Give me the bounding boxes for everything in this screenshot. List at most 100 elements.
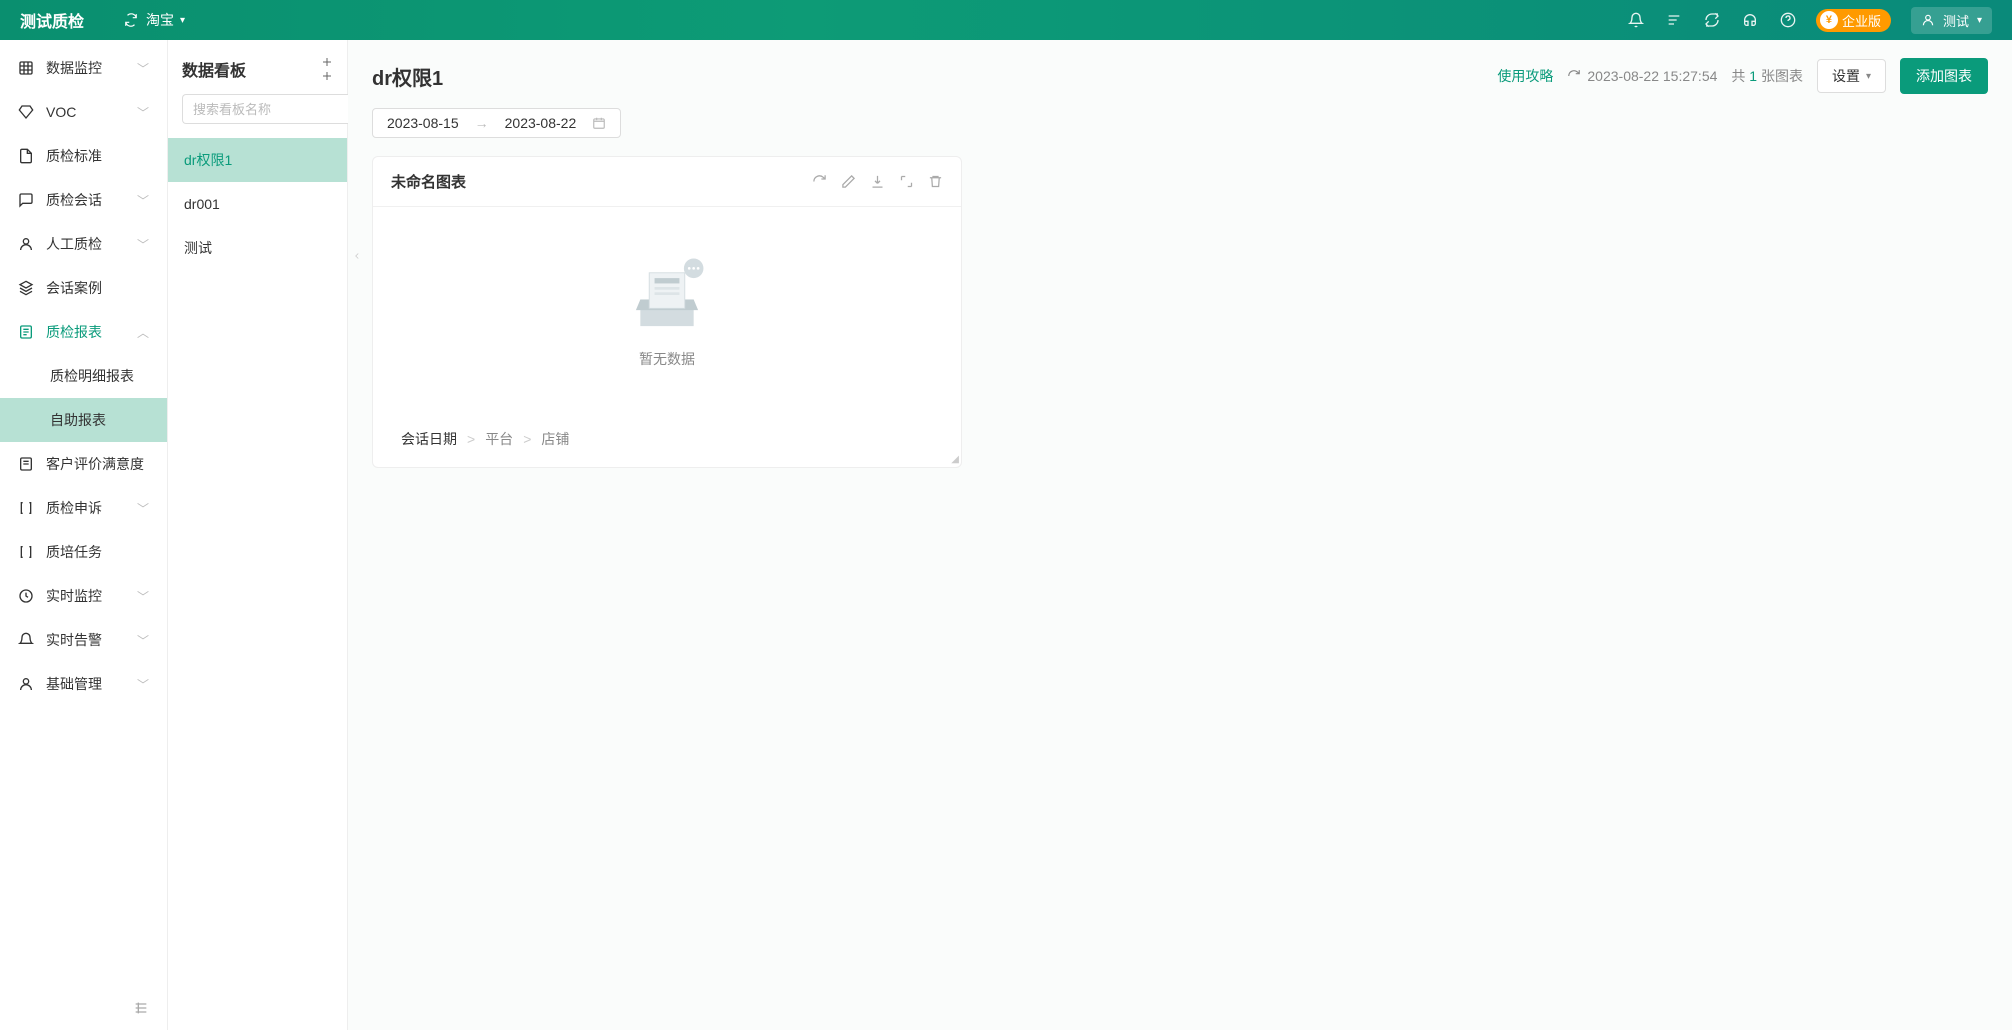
- chart-download-button[interactable]: [870, 174, 885, 189]
- nav-qc-standard[interactable]: 质检标准: [0, 134, 167, 178]
- board-item[interactable]: 测试: [168, 226, 347, 270]
- chevron-down-icon: ﹀: [137, 60, 149, 77]
- board-panel-title: 数据看板: [182, 57, 321, 81]
- main-content: dr权限1 使用攻略 2023-08-22 15:27:54 共 1 张图表 设…: [348, 40, 2012, 1030]
- chart-dimensions: 会话日期 > 平台 > 店铺: [373, 417, 961, 467]
- nav-label: 人工质检: [46, 234, 102, 254]
- chevron-down-icon: ﹀: [137, 676, 149, 693]
- dimension-item[interactable]: 会话日期: [401, 429, 457, 449]
- empty-state-text: 暂无数据: [639, 349, 695, 369]
- chart-edit-button[interactable]: [841, 174, 856, 189]
- nav-data-monitor[interactable]: 数据监控 ﹀: [0, 46, 167, 90]
- panel-collapse-handle[interactable]: [348, 240, 366, 272]
- chevron-down-icon: ﹀: [137, 192, 149, 209]
- nav-manual-qc[interactable]: 人工质检﹀: [0, 222, 167, 266]
- settings-label: 设置: [1832, 66, 1860, 86]
- badge-label: 企业版: [1842, 11, 1881, 30]
- chevron-down-icon: ﹀: [137, 588, 149, 605]
- enterprise-badge[interactable]: ¥ 企业版: [1816, 9, 1891, 32]
- bell-icon[interactable]: [1628, 12, 1644, 28]
- nav-case[interactable]: 会话案例: [0, 266, 167, 310]
- sync-icon[interactable]: [1704, 12, 1720, 28]
- chevron-right-icon: >: [523, 431, 531, 447]
- add-chart-button[interactable]: 添加图表: [1900, 58, 1988, 94]
- bell-icon: [18, 632, 34, 648]
- board-item-label: dr001: [184, 196, 220, 212]
- nav-collapse-button[interactable]: [133, 1000, 149, 1016]
- grid-icon: [18, 60, 34, 76]
- date-end: 2023-08-22: [505, 115, 577, 131]
- nav-label: 实时告警: [46, 630, 102, 650]
- bracket-icon: [18, 500, 34, 516]
- nav-voc[interactable]: VOC﹀: [0, 90, 167, 134]
- list-icon[interactable]: [1666, 12, 1682, 28]
- chart-title: 未命名图表: [391, 171, 466, 192]
- chart-refresh-button[interactable]: [812, 174, 827, 189]
- usage-guide-link[interactable]: 使用攻略: [1497, 66, 1553, 86]
- chevron-up-icon: ︿: [137, 324, 149, 341]
- dimension-item[interactable]: 平台: [485, 429, 513, 449]
- board-item-label: 测试: [184, 238, 212, 258]
- nav-label: VOC: [46, 104, 76, 120]
- nav-realtime-alert[interactable]: 实时告警﹀: [0, 618, 167, 662]
- user-icon: [1921, 13, 1935, 27]
- nav-csat[interactable]: 客户评价满意度: [0, 442, 167, 486]
- settings-button[interactable]: 设置 ▾: [1817, 59, 1886, 93]
- date-start: 2023-08-15: [387, 115, 459, 131]
- bracket-icon: [18, 544, 34, 560]
- settings-icon: [18, 676, 34, 692]
- plus-icon: [321, 70, 333, 82]
- chevron-left-icon: [352, 248, 362, 264]
- nav-label: 会话案例: [46, 278, 102, 298]
- nav-base-mgmt[interactable]: 基础管理﹀: [0, 662, 167, 706]
- headset-icon[interactable]: [1742, 12, 1758, 28]
- chevron-down-icon: ﹀: [137, 500, 149, 517]
- user-label: 测试: [1943, 11, 1969, 30]
- nav-label: 客户评价满意度: [46, 454, 144, 474]
- board-item[interactable]: dr001: [168, 182, 347, 226]
- app-header: 测试质检 淘宝 ▾ ¥ 企业版 测试 ▾: [0, 0, 2012, 40]
- chart-resize-handle[interactable]: ◢: [951, 454, 959, 465]
- download-icon: [870, 174, 885, 189]
- header-icons: [1628, 12, 1796, 28]
- dimension-item[interactable]: 店铺: [541, 429, 569, 449]
- nav-label: 质检会话: [46, 190, 102, 210]
- refresh-icon: [812, 174, 827, 189]
- add-board-button[interactable]: [321, 56, 333, 82]
- page-title: dr权限1: [372, 62, 443, 91]
- report-icon: [18, 324, 34, 340]
- user-menu[interactable]: 测试 ▾: [1911, 7, 1992, 34]
- nav-qc-session[interactable]: 质检会话 ﹀: [0, 178, 167, 222]
- yen-icon: ¥: [1820, 11, 1838, 29]
- arrow-right-icon: →: [475, 115, 489, 131]
- help-icon[interactable]: [1780, 12, 1796, 28]
- chart-fullscreen-button[interactable]: [899, 174, 914, 189]
- stack-icon: [18, 280, 34, 296]
- timestamp-label: 2023-08-22 15:27:54: [1567, 68, 1717, 84]
- nav-label: 质培任务: [46, 542, 102, 562]
- nav-label: 实时监控: [46, 586, 102, 606]
- nav-qc-report[interactable]: 质检报表︿: [0, 310, 167, 354]
- nav-label: 数据监控: [46, 58, 102, 78]
- nav-qc-detail-report[interactable]: 质检明细报表: [0, 354, 167, 398]
- board-item-label: dr权限1: [184, 150, 232, 170]
- diamond-icon: [18, 104, 34, 120]
- plus-icon: [321, 56, 333, 68]
- nav-appeal[interactable]: 质检申诉﹀: [0, 486, 167, 530]
- timestamp-value: 2023-08-22 15:27:54: [1587, 68, 1717, 84]
- chat-icon: [18, 192, 34, 208]
- nav-training[interactable]: 质培任务: [0, 530, 167, 574]
- platform-selector[interactable]: 淘宝 ▾: [124, 10, 185, 30]
- left-nav: 数据监控﹀ VOC﹀ 质检标准 质检会话﹀ 人工质检﹀ 会话案例 质检报表︿ 质…: [0, 40, 168, 1030]
- chevron-down-icon: ▾: [1977, 15, 1982, 26]
- nav-realtime-monitor[interactable]: 实时监控 ﹀: [0, 574, 167, 618]
- nav-self-report[interactable]: 自助报表: [0, 398, 167, 442]
- chart-delete-button[interactable]: [928, 174, 943, 189]
- empty-state-icon: [622, 255, 712, 335]
- board-item[interactable]: dr权限1: [168, 138, 347, 182]
- nav-label: 自助报表: [50, 410, 106, 430]
- fullscreen-icon: [899, 174, 914, 189]
- date-range-picker[interactable]: 2023-08-15 → 2023-08-22: [372, 108, 621, 138]
- nav-label: 质检标准: [46, 146, 102, 166]
- clock-icon: [18, 588, 34, 604]
